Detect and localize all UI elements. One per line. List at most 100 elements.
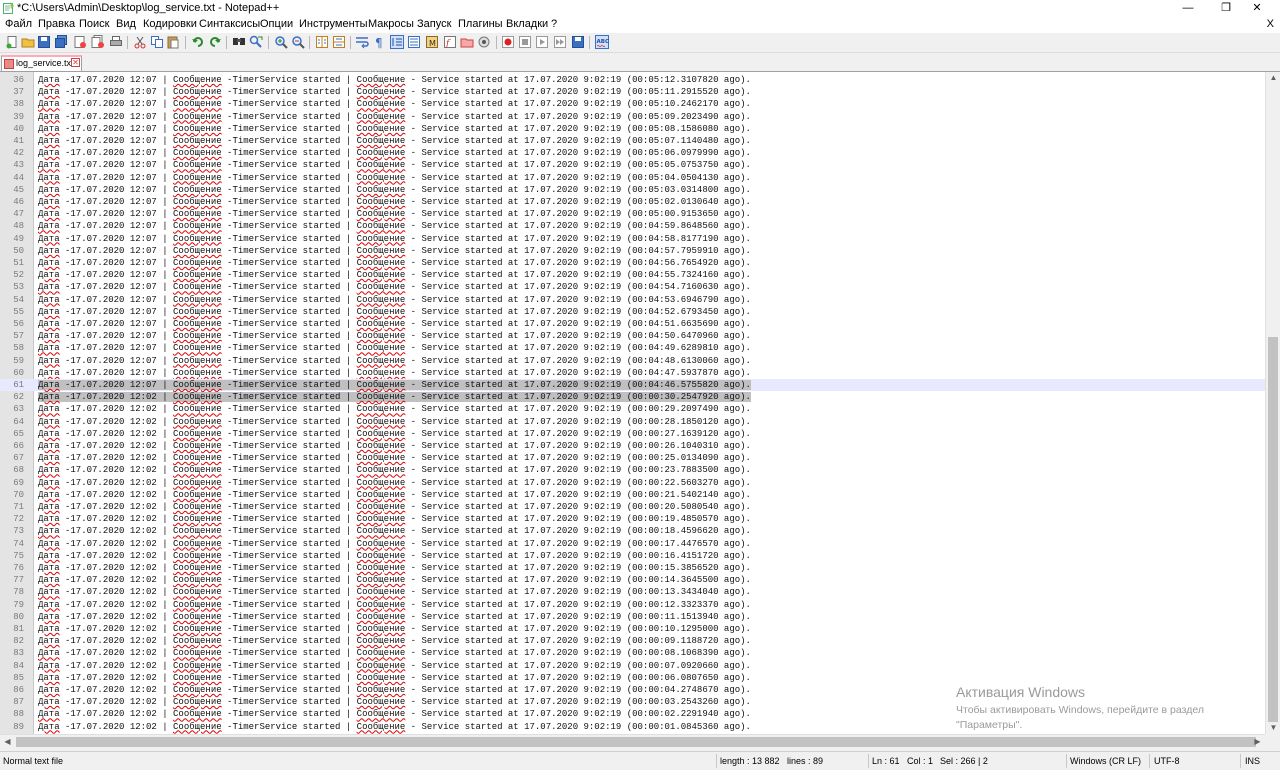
editor-line[interactable]: 57 Дата -17.07.2020 12:07 | Сообщение -Ti… [0, 330, 1265, 342]
find-icon[interactable] [232, 35, 246, 49]
scroll-up-icon[interactable]: ▲ [1266, 72, 1280, 84]
menu-window[interactable]: Вкладки [506, 18, 548, 30]
editor-line[interactable]: 70 Дата -17.07.2020 12:02 | Сообщение -Ti… [0, 489, 1265, 501]
editor-line[interactable]: 77 Дата -17.07.2020 12:02 | Сообщение -Ti… [0, 574, 1265, 586]
editor-line[interactable]: 39 Дата -17.07.2020 12:07 | Сообщение -Ti… [0, 111, 1265, 123]
paste-icon[interactable] [166, 35, 180, 49]
menu-file[interactable]: Файл [5, 18, 32, 30]
editor-line[interactable]: 47 Дата -17.07.2020 12:07 | Сообщение -Ti… [0, 208, 1265, 220]
editor-line[interactable]: 36 Дата -17.07.2020 12:07 | Сообщение -Ti… [0, 74, 1265, 86]
spell-check-icon[interactable]: ABC [595, 35, 609, 49]
new-file-icon[interactable] [5, 35, 19, 49]
scroll-right-icon[interactable]: ▶ [1250, 736, 1265, 748]
show-all-chars-icon[interactable]: ¶ [372, 35, 386, 49]
editor-line[interactable]: 84 Дата -17.07.2020 12:02 | Сообщение -Ti… [0, 660, 1265, 672]
editor-line[interactable]: 49 Дата -17.07.2020 12:07 | Сообщение -Ti… [0, 233, 1265, 245]
copy-icon[interactable] [150, 35, 164, 49]
menu-view[interactable]: Вид [116, 18, 136, 30]
editor-line[interactable]: 53 Дата -17.07.2020 12:07 | Сообщение -Ti… [0, 281, 1265, 293]
save-macro-icon[interactable] [571, 35, 585, 49]
editor-line[interactable]: 41 Дата -17.07.2020 12:07 | Сообщение -Ti… [0, 135, 1265, 147]
document-map-icon[interactable]: M [425, 35, 439, 49]
editor-line[interactable]: 54 Дата -17.07.2020 12:07 | Сообщение -Ti… [0, 294, 1265, 306]
play-macro-icon[interactable] [535, 35, 549, 49]
editor-line[interactable]: 48 Дата -17.07.2020 12:07 | Сообщение -Ti… [0, 220, 1265, 232]
zoom-out-icon[interactable] [291, 35, 305, 49]
editor-line[interactable]: 83 Дата -17.07.2020 12:02 | Сообщение -Ti… [0, 647, 1265, 659]
horizontal-scrollbar[interactable]: ◀ ▶ [0, 734, 1265, 749]
menu-tools[interactable]: Инструменты [299, 18, 368, 30]
editor-line[interactable]: 82 Дата -17.07.2020 12:02 | Сообщение -Ti… [0, 635, 1265, 647]
menu-search[interactable]: Поиск [79, 18, 109, 30]
editor-line[interactable]: 46 Дата -17.07.2020 12:07 | Сообщение -Ti… [0, 196, 1265, 208]
editor-line[interactable]: 52 Дата -17.07.2020 12:07 | Сообщение -Ti… [0, 269, 1265, 281]
sync-horizontal-icon[interactable] [332, 35, 346, 49]
undo-icon[interactable] [191, 35, 205, 49]
editor-line[interactable]: 80 Дата -17.07.2020 12:02 | Сообщение -Ti… [0, 611, 1265, 623]
save-icon[interactable] [37, 35, 51, 49]
menu-macro[interactable]: Макросы [368, 18, 414, 30]
horizontal-scroll-thumb[interactable] [16, 737, 1256, 747]
close-document-button[interactable]: X [1267, 18, 1274, 30]
editor-line[interactable]: 37 Дата -17.07.2020 12:07 | Сообщение -Ti… [0, 86, 1265, 98]
editor-line[interactable]: 74 Дата -17.07.2020 12:02 | Сообщение -Ti… [0, 538, 1265, 550]
editor-line[interactable]: 75 Дата -17.07.2020 12:02 | Сообщение -Ti… [0, 550, 1265, 562]
editor-line[interactable]: 64 Дата -17.07.2020 12:02 | Сообщение -Ti… [0, 416, 1265, 428]
editor-line[interactable]: 73 Дата -17.07.2020 12:02 | Сообщение -Ti… [0, 525, 1265, 537]
menu-plugins[interactable]: Плагины [458, 18, 503, 30]
text-editor[interactable]: 36 Дата -17.07.2020 12:07 | Сообщение -Ti… [0, 72, 1265, 734]
close-all-icon[interactable] [91, 35, 105, 49]
menu-edit[interactable]: Правка [38, 18, 75, 30]
editor-line[interactable]: 60 Дата -17.07.2020 12:07 | Сообщение -Ti… [0, 367, 1265, 379]
editor-line[interactable]: 58 Дата -17.07.2020 12:07 | Сообщение -Ti… [0, 342, 1265, 354]
menu-syntax[interactable]: Синтаксисы [199, 18, 260, 30]
tab-close-icon[interactable]: ✕ [71, 58, 80, 67]
language-icon[interactable] [407, 35, 421, 49]
zoom-in-icon[interactable] [274, 35, 288, 49]
vertical-scroll-thumb[interactable] [1268, 337, 1278, 722]
editor-line[interactable]: 56 Дата -17.07.2020 12:07 | Сообщение -Ti… [0, 318, 1265, 330]
editor-line[interactable]: 68 Дата -17.07.2020 12:02 | Сообщение -Ti… [0, 464, 1265, 476]
editor-line[interactable]: 63 Дата -17.07.2020 12:02 | Сообщение -Ti… [0, 403, 1265, 415]
editor-line[interactable]: 62 Дата -17.07.2020 12:02 | Сообщение -Ti… [0, 391, 1265, 403]
editor-line[interactable]: 85 Дата -17.07.2020 12:02 | Сообщение -Ti… [0, 672, 1265, 684]
editor-line[interactable]: 55 Дата -17.07.2020 12:07 | Сообщение -Ti… [0, 306, 1265, 318]
sync-vertical-icon[interactable] [315, 35, 329, 49]
editor-line[interactable]: 72 Дата -17.07.2020 12:02 | Сообщение -Ti… [0, 513, 1265, 525]
editor-line[interactable]: 69 Дата -17.07.2020 12:02 | Сообщение -Ti… [0, 477, 1265, 489]
scroll-down-icon[interactable]: ▼ [1266, 722, 1280, 734]
monitor-icon[interactable] [477, 35, 491, 49]
word-wrap-icon[interactable] [355, 35, 369, 49]
close-window-button[interactable]: ✕ [1234, 0, 1280, 17]
vertical-scrollbar[interactable]: ▲ ▼ [1265, 72, 1280, 734]
editor-line[interactable]: 66 Дата -17.07.2020 12:02 | Сообщение -Ti… [0, 440, 1265, 452]
menu-help[interactable]: ? [551, 18, 557, 30]
editor-line[interactable]: 59 Дата -17.07.2020 12:07 | Сообщение -Ti… [0, 355, 1265, 367]
save-all-icon[interactable] [54, 35, 68, 49]
editor-line[interactable]: 50 Дата -17.07.2020 12:07 | Сообщение -Ti… [0, 245, 1265, 257]
editor-line[interactable]: 78 Дата -17.07.2020 12:02 | Сообщение -Ti… [0, 586, 1265, 598]
folder-workspace-icon[interactable] [460, 35, 474, 49]
editor-line[interactable]: 42 Дата -17.07.2020 12:07 | Сообщение -Ti… [0, 147, 1265, 159]
editor-line[interactable]: 43 Дата -17.07.2020 12:07 | Сообщение -Ti… [0, 159, 1265, 171]
menu-run[interactable]: Запуск [417, 18, 451, 30]
menu-settings[interactable]: Опции [260, 18, 293, 30]
close-icon[interactable] [73, 35, 87, 49]
function-list-icon[interactable]: f [443, 35, 457, 49]
cut-icon[interactable] [133, 35, 147, 49]
record-macro-icon[interactable] [501, 35, 515, 49]
indent-guide-icon[interactable] [390, 35, 404, 49]
editor-line[interactable]: 51 Дата -17.07.2020 12:07 | Сообщение -Ti… [0, 257, 1265, 269]
redo-icon[interactable] [208, 35, 222, 49]
editor-line[interactable]: 44 Дата -17.07.2020 12:07 | Сообщение -Ti… [0, 172, 1265, 184]
editor-line[interactable]: 45 Дата -17.07.2020 12:07 | Сообщение -Ti… [0, 184, 1265, 196]
editor-line[interactable]: 38 Дата -17.07.2020 12:07 | Сообщение -Ti… [0, 98, 1265, 110]
editor-line[interactable]: 81 Дата -17.07.2020 12:02 | Сообщение -Ti… [0, 623, 1265, 635]
editor-line[interactable]: 76 Дата -17.07.2020 12:02 | Сообщение -Ti… [0, 562, 1265, 574]
replace-icon[interactable] [249, 35, 263, 49]
run-macro-multiple-icon[interactable] [553, 35, 567, 49]
editor-line[interactable]: 67 Дата -17.07.2020 12:02 | Сообщение -Ti… [0, 452, 1265, 464]
editor-line[interactable]: 71 Дата -17.07.2020 12:02 | Сообщение -Ti… [0, 501, 1265, 513]
tab-log-service[interactable]: log_service.txt ✕ [1, 55, 82, 71]
stop-record-icon[interactable] [518, 35, 532, 49]
